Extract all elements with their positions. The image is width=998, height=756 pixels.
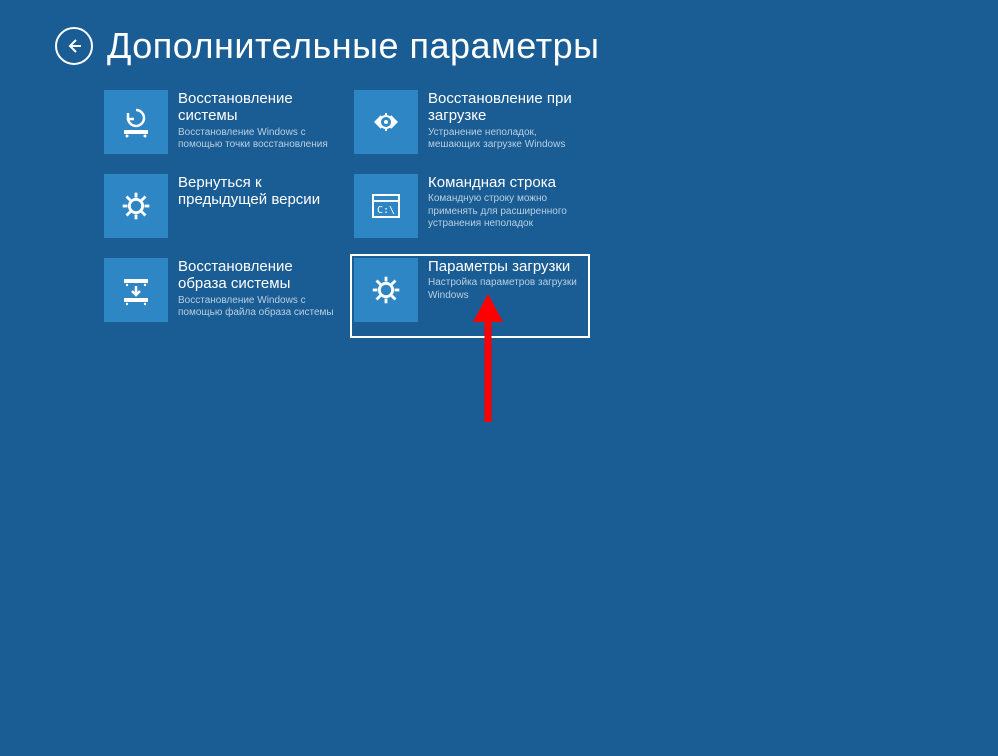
tile-image-recovery[interactable]: Восстановление образа системы Восстановл… — [100, 254, 340, 338]
tile-desc: Восстановление Windows с помощью точки в… — [178, 127, 336, 152]
tile-desc: Устранение неполадок, мешающих загрузке … — [428, 127, 586, 152]
system-restore-icon — [104, 90, 168, 154]
tile-command-prompt[interactable]: C:\ Командная строка Командную строку мо… — [350, 170, 590, 254]
command-prompt-icon: C:\ — [354, 174, 418, 238]
tile-title: Восстановление при загрузке — [428, 90, 586, 125]
options-grid: Восстановление системы Восстановление Wi… — [100, 86, 590, 338]
tile-desc: Настройка параметров загрузки Windows — [428, 277, 586, 302]
tile-title: Восстановление системы — [178, 90, 336, 125]
gear-icon — [354, 258, 418, 322]
tile-go-back[interactable]: Вернуться к предыдущей версии — [100, 170, 340, 254]
tile-startup-repair[interactable]: Восстановление при загрузке Устранение н… — [350, 86, 590, 170]
page-title: Дополнительные параметры — [107, 25, 600, 67]
tile-title: Параметры загрузки — [428, 258, 586, 275]
startup-repair-icon — [354, 90, 418, 154]
tile-title: Командная строка — [428, 174, 586, 191]
image-recovery-icon — [104, 258, 168, 322]
tile-desc: Восстановление Windows с помощью файла о… — [178, 295, 336, 320]
tile-startup-settings[interactable]: Параметры загрузки Настройка параметров … — [350, 254, 590, 338]
tile-title: Восстановление образа системы — [178, 258, 336, 293]
svg-text:C:\: C:\ — [377, 205, 395, 216]
back-button[interactable] — [55, 27, 93, 65]
back-arrow-icon — [65, 37, 83, 55]
tile-system-restore[interactable]: Восстановление системы Восстановление Wi… — [100, 86, 340, 170]
tile-title: Вернуться к предыдущей версии — [178, 174, 336, 209]
gear-icon — [104, 174, 168, 238]
tile-desc: Командную строку можно применять для рас… — [428, 193, 586, 231]
